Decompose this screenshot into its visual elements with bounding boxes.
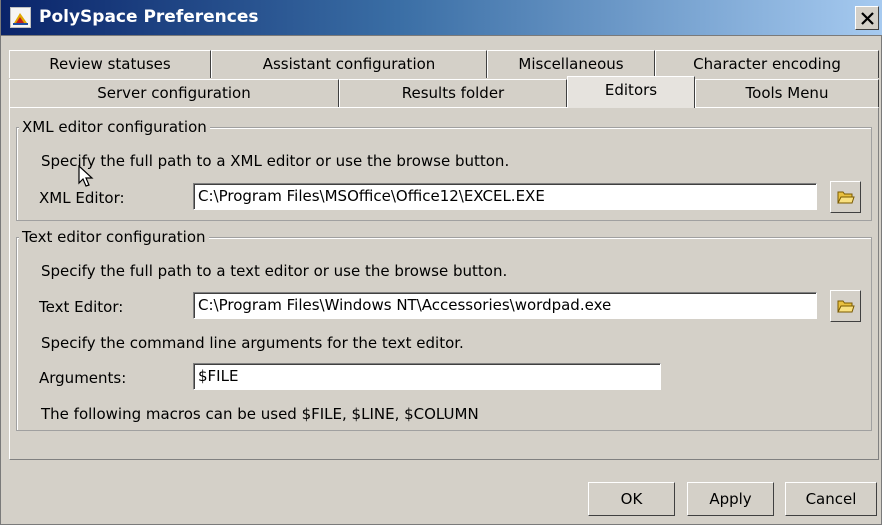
- tab-server-configuration[interactable]: Server configuration: [9, 79, 339, 107]
- arguments-hint-text: Specify the command line arguments for t…: [41, 334, 464, 352]
- macros-note-text: The following macros can be used $FILE, …: [41, 405, 479, 423]
- mouse-pointer-icon: [78, 165, 94, 187]
- xml-hint-text: Specify the full path to a XML editor or…: [41, 152, 510, 170]
- arguments-input[interactable]: $FILE: [193, 363, 661, 390]
- tab-tools-menu[interactable]: Tools Menu: [695, 79, 879, 107]
- text-editor-path-input[interactable]: C:\Program Files\Windows NT\Accessories\…: [193, 292, 817, 319]
- title-bar[interactable]: PolySpace Preferences: [1, 0, 882, 36]
- polyspace-app-icon: [10, 7, 31, 28]
- text-editor-group: Text editor configuration Specify the fu…: [16, 228, 872, 431]
- xml-editor-path-input[interactable]: C:\Program Files\MSOffice\Office12\EXCEL…: [193, 183, 817, 210]
- preferences-dialog: PolySpace Preferences Review statuses As…: [0, 0, 882, 525]
- tab-miscellaneous[interactable]: Miscellaneous: [487, 50, 655, 78]
- text-editor-label: Text Editor:: [39, 298, 124, 316]
- folder-open-icon: [837, 300, 855, 313]
- ok-button[interactable]: OK: [588, 482, 675, 516]
- tab-review-statuses[interactable]: Review statuses: [9, 50, 211, 78]
- folder-open-icon: [837, 191, 855, 204]
- tab-editors[interactable]: Editors: [567, 76, 695, 108]
- cancel-button[interactable]: Cancel: [785, 482, 877, 516]
- close-icon: [861, 12, 874, 25]
- xml-browse-button[interactable]: [830, 181, 861, 213]
- window-title: PolySpace Preferences: [39, 7, 259, 27]
- close-button[interactable]: [855, 6, 879, 30]
- editors-panel: XML editor configuration Specify the ful…: [9, 107, 879, 460]
- xml-editor-label: XML Editor:: [39, 189, 125, 207]
- tab-results-folder[interactable]: Results folder: [339, 79, 567, 107]
- text-browse-button[interactable]: [830, 290, 861, 322]
- tab-character-encoding[interactable]: Character encoding: [655, 50, 879, 78]
- text-group-legend: Text editor configuration: [19, 228, 209, 246]
- xml-editor-group: XML editor configuration Specify the ful…: [16, 118, 872, 221]
- text-hint-text: Specify the full path to a text editor o…: [41, 262, 508, 280]
- apply-button[interactable]: Apply: [687, 482, 774, 516]
- xml-group-legend: XML editor configuration: [19, 118, 210, 136]
- tab-assistant-configuration[interactable]: Assistant configuration: [211, 50, 487, 78]
- arguments-label: Arguments:: [39, 369, 127, 387]
